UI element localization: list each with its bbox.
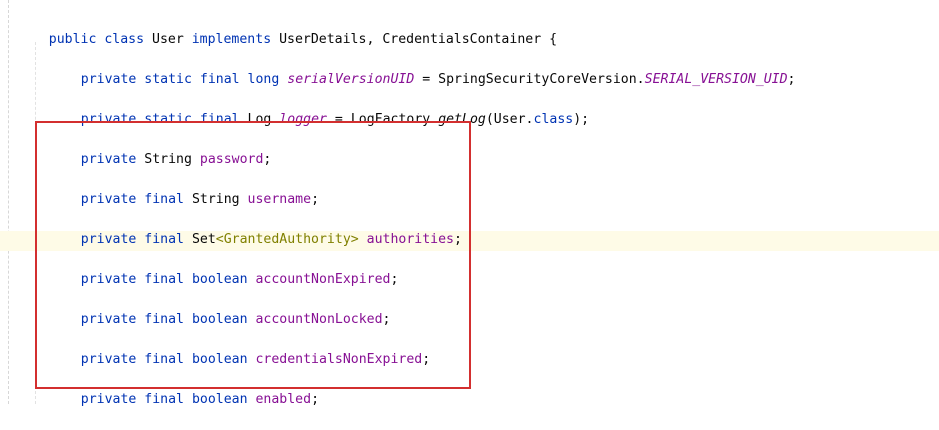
qualifier-class: SpringSecurityCoreVersion bbox=[438, 72, 637, 87]
keyword-class: class bbox=[104, 32, 145, 47]
semicolon: ; bbox=[311, 392, 320, 407]
keyword-static: static bbox=[144, 72, 192, 87]
dot: . bbox=[636, 72, 645, 87]
dot: . bbox=[525, 112, 534, 127]
arg-class: User bbox=[493, 112, 526, 127]
field-name: enabled bbox=[255, 392, 312, 407]
type-long: long bbox=[247, 72, 280, 87]
keyword-class: class bbox=[533, 112, 574, 127]
interface-name: UserDetails bbox=[279, 32, 367, 47]
constant-name: SERIAL_VERSION_UID bbox=[644, 72, 788, 87]
keyword-final: final bbox=[199, 72, 240, 87]
semicolon: ; bbox=[787, 72, 796, 87]
close-paren: ); bbox=[573, 112, 590, 127]
gutter-fold-line bbox=[8, 0, 10, 404]
class-name: User bbox=[152, 32, 184, 47]
keyword-implements: implements bbox=[191, 32, 272, 47]
fields-highlight-box bbox=[35, 121, 471, 389]
open-brace: { bbox=[549, 32, 558, 47]
class-declaration-line[interactable]: public class User implements UserDetails… bbox=[17, 10, 557, 47]
keyword-final: final bbox=[144, 392, 184, 407]
comma: , bbox=[366, 32, 375, 47]
code-editor[interactable]: public class User implements UserDetails… bbox=[0, 0, 939, 407]
keyword-private: private bbox=[80, 392, 137, 407]
keyword-public: public bbox=[48, 32, 97, 47]
assign-operator: = bbox=[422, 72, 431, 87]
keyword-private: private bbox=[80, 72, 137, 87]
field-name: serialVersionUID bbox=[287, 72, 415, 87]
type-boolean: boolean bbox=[191, 392, 248, 407]
open-paren: ( bbox=[485, 112, 494, 127]
interface-name: CredentialsContainer bbox=[382, 32, 542, 47]
logger-line[interactable]: private static final Log logger = LogFac… bbox=[49, 90, 589, 127]
serial-version-line[interactable]: private static final long serialVersionU… bbox=[49, 50, 796, 87]
